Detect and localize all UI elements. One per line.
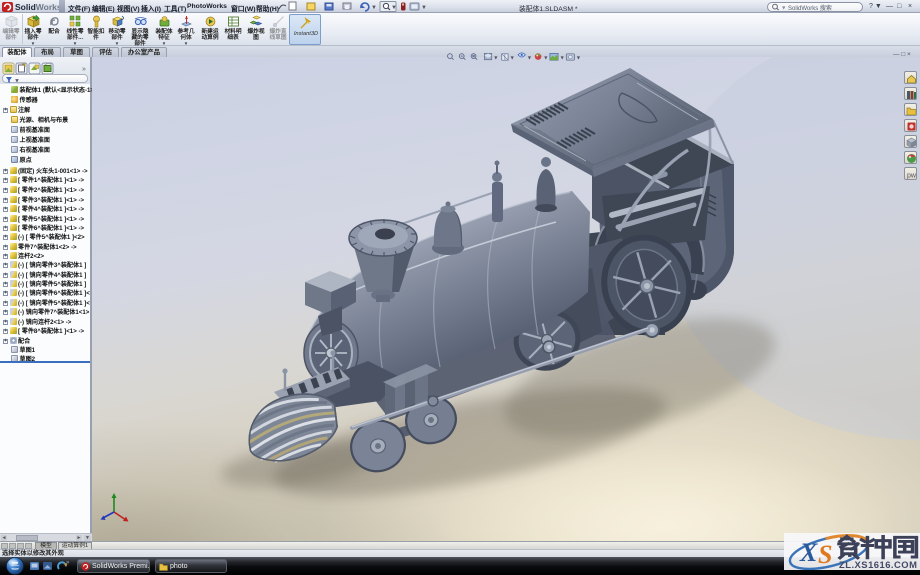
- svg-text:▼: ▼: [391, 5, 397, 11]
- svg-text:▼: ▼: [421, 5, 427, 11]
- svg-text:SolidWorks 搜索: SolidWorks 搜索: [788, 4, 832, 11]
- svg-text:▼: ▼: [559, 55, 564, 61]
- svg-text:X: X: [799, 538, 818, 567]
- svg-text:▼: ▼: [509, 55, 514, 61]
- svg-text:▼: ▼: [14, 78, 20, 84]
- svg-text:▼: ▼: [527, 55, 532, 61]
- svg-text:pw: pw: [907, 173, 917, 180]
- svg-text:▼: ▼: [371, 5, 377, 11]
- svg-text:»: »: [82, 66, 86, 73]
- svg-text:ZL.XS1616.COM: ZL.XS1616.COM: [839, 559, 917, 570]
- svg-text:▼: ▼: [781, 6, 786, 12]
- svg-text:S: S: [818, 540, 832, 569]
- svg-text:▼: ▼: [543, 55, 548, 61]
- svg-text:▼: ▼: [493, 55, 498, 61]
- svg-text:▼: ▼: [576, 55, 581, 61]
